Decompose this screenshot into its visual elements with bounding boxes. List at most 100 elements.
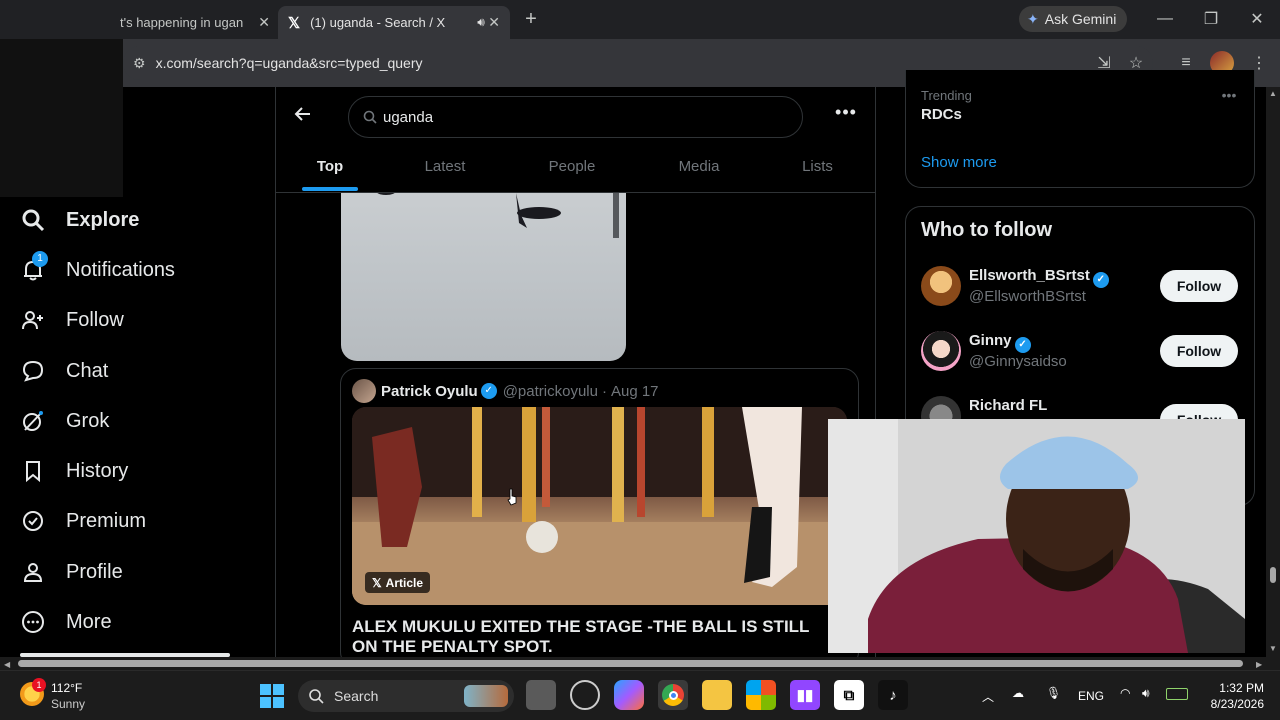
article-badge-label: Article bbox=[385, 575, 424, 590]
microphone-icon[interactable]: 🎙︎ bbox=[1046, 686, 1061, 700]
bell-icon: 1 bbox=[20, 251, 48, 283]
twitch-icon[interactable]: ▮▮ bbox=[790, 680, 820, 710]
author-name[interactable]: Patrick Oyulu bbox=[381, 383, 478, 400]
search-query: uganda bbox=[383, 108, 434, 126]
new-tab-button[interactable]: + bbox=[520, 8, 542, 30]
more-circle-icon bbox=[20, 609, 46, 635]
quoted-post-header: Patrick Oyulu ✓ @patrickoyulu · Aug 17 bbox=[352, 379, 659, 403]
tab-top[interactable]: Top bbox=[300, 150, 360, 190]
task-view-icon[interactable] bbox=[526, 680, 556, 710]
microsoft-store-icon[interactable] bbox=[746, 680, 776, 710]
restore-window-icon[interactable]: ❐ bbox=[1200, 8, 1222, 30]
volume-icon[interactable]: 🔊︎ bbox=[1142, 686, 1150, 701]
language-indicator[interactable]: ENG bbox=[1078, 689, 1104, 703]
nav-notifications[interactable]: 1 Notifications bbox=[20, 250, 175, 290]
follow-suggestion[interactable]: Ellsworth_BSrtst ✓ @EllsworthBSrtst Follo… bbox=[921, 266, 1241, 308]
trending-topic[interactable]: RDCs bbox=[921, 106, 962, 123]
tab-title: t's happening in ugan bbox=[120, 15, 244, 30]
trend-more-icon[interactable]: ••• bbox=[1217, 87, 1241, 103]
clock-date[interactable]: 8/23/2026 bbox=[1200, 697, 1264, 711]
clock-time[interactable]: 1:32 PM bbox=[1212, 681, 1264, 695]
scroll-up-arrow-icon[interactable]: ▲ bbox=[1269, 89, 1277, 98]
horizontal-scroll-thumb[interactable] bbox=[18, 660, 1243, 667]
battery-icon[interactable] bbox=[1166, 688, 1188, 700]
author-avatar[interactable] bbox=[352, 379, 376, 403]
follow-button[interactable]: Follow bbox=[1160, 404, 1238, 419]
vertical-scrollbar[interactable]: ▲ ▼ bbox=[1266, 87, 1280, 657]
taskbar-search-box[interactable]: Search bbox=[298, 680, 514, 712]
suggestion-avatar[interactable] bbox=[921, 266, 961, 306]
capcut-icon[interactable]: ⧉ bbox=[834, 680, 864, 710]
tab-people[interactable]: People bbox=[537, 150, 607, 190]
weather-badge: 1 bbox=[32, 678, 46, 692]
nav-label: Notifications bbox=[66, 258, 175, 281]
nav-grok[interactable]: Grok bbox=[20, 401, 109, 441]
browser-tab-inactive[interactable]: t's happening in ugan ✕ bbox=[110, 6, 280, 39]
post-media-image[interactable] bbox=[341, 193, 626, 361]
nav-label: More bbox=[66, 610, 112, 633]
site-settings-icon[interactable]: ⚙︎ bbox=[133, 55, 146, 72]
tab-title: (1) uganda - Search / X bbox=[310, 15, 446, 30]
url-text: x.com/search?q=uganda&src=typed_query bbox=[155, 55, 423, 71]
follow-button[interactable]: Follow bbox=[1160, 335, 1238, 367]
nav-profile[interactable]: Profile bbox=[20, 552, 123, 592]
close-tab-icon[interactable]: ✕ bbox=[258, 14, 270, 31]
scroll-left-arrow-icon[interactable]: ◀ bbox=[4, 660, 10, 669]
search-icon bbox=[363, 110, 377, 124]
browser-tab-active[interactable]: 𝕏 (1) uganda - Search / X 🔊︎ ✕ bbox=[278, 6, 510, 39]
suggestion-avatar[interactable] bbox=[921, 396, 961, 419]
search-input[interactable]: uganda bbox=[348, 96, 803, 138]
bookmark-icon bbox=[20, 458, 46, 484]
nav-label: History bbox=[66, 459, 129, 482]
tab-lists[interactable]: Lists bbox=[790, 150, 845, 190]
vertical-scroll-thumb[interactable] bbox=[1270, 567, 1276, 583]
file-explorer-icon[interactable] bbox=[702, 680, 732, 710]
close-window-icon[interactable]: ✕ bbox=[1246, 8, 1268, 30]
nav-premium[interactable]: Premium bbox=[20, 501, 146, 541]
article-headline[interactable]: ALEX MUKULU EXITED THE STAGE -THE BALL I… bbox=[352, 617, 832, 657]
tiktok-icon[interactable]: ♪ bbox=[878, 680, 908, 710]
separator-dot: · bbox=[601, 382, 607, 400]
speaker-icon[interactable]: 🔊︎ bbox=[477, 15, 485, 30]
follow-suggestion[interactable]: Richard FL Follow bbox=[921, 396, 1241, 419]
more-options-icon[interactable]: ••• bbox=[832, 102, 860, 124]
nav-explore[interactable]: Explore bbox=[20, 200, 139, 240]
scroll-down-arrow-icon[interactable]: ▼ bbox=[1269, 644, 1277, 653]
follow-button[interactable]: Follow bbox=[1160, 270, 1238, 302]
suggestion-avatar[interactable] bbox=[921, 331, 961, 371]
nav-label: Profile bbox=[66, 560, 123, 583]
suggestion-handle: @Ginnysaidso bbox=[969, 353, 1067, 370]
hand-cursor-icon bbox=[506, 488, 518, 506]
horizontal-scrollbar[interactable]: ◀ ▶ bbox=[0, 657, 1280, 670]
nav-more[interactable]: More bbox=[20, 602, 112, 642]
author-handle[interactable]: @patrickoyulu bbox=[503, 383, 598, 400]
follow-suggestion[interactable]: Ginny ✓ @Ginnysaidso Follow bbox=[921, 331, 1241, 373]
nav-history[interactable]: History bbox=[20, 451, 128, 491]
weather-desc[interactable]: Sunny bbox=[51, 697, 85, 711]
copilot-icon[interactable] bbox=[614, 680, 644, 710]
minimize-icon[interactable]: — bbox=[1154, 8, 1176, 30]
windows-start-icon[interactable] bbox=[260, 684, 284, 708]
gemini-sparkle-icon: ✦ bbox=[1027, 10, 1039, 27]
article-badge: 𝕏 Article bbox=[365, 572, 431, 593]
tab-media[interactable]: Media bbox=[664, 150, 734, 190]
show-more-link[interactable]: Show more bbox=[921, 154, 997, 171]
chrome-icon[interactable] bbox=[658, 680, 688, 710]
obs-studio-icon[interactable] bbox=[570, 680, 600, 710]
close-tab-icon[interactable]: ✕ bbox=[488, 14, 500, 31]
weather-sun-icon[interactable]: 1 bbox=[20, 678, 46, 706]
back-arrow-icon[interactable] bbox=[292, 103, 314, 125]
onedrive-icon[interactable]: ☁︎ bbox=[1012, 686, 1024, 700]
nav-label: Follow bbox=[66, 308, 124, 331]
post-date[interactable]: Aug 17 bbox=[611, 383, 659, 400]
nav-chat[interactable]: Chat bbox=[20, 351, 108, 391]
active-tab-indicator bbox=[302, 187, 358, 191]
tab-latest[interactable]: Latest bbox=[410, 150, 480, 190]
wifi-icon[interactable]: ◠ bbox=[1120, 686, 1130, 700]
ask-gemini-button[interactable]: ✦ Ask Gemini bbox=[1019, 6, 1127, 32]
weather-temp[interactable]: 112°F bbox=[51, 681, 82, 695]
chevron-up-icon[interactable]: ︿ bbox=[982, 688, 994, 705]
nav-follow[interactable]: Follow bbox=[20, 300, 124, 340]
suggestion-name: Richard FL bbox=[969, 397, 1048, 414]
scroll-right-arrow-icon[interactable]: ▶ bbox=[1256, 660, 1262, 669]
